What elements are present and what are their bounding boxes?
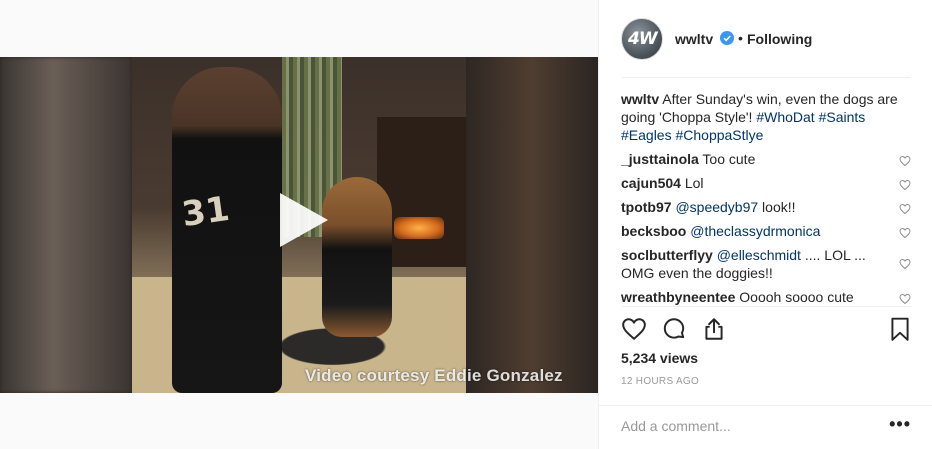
verified-icon	[720, 31, 734, 45]
hashtag-link[interactable]: #Eagles	[621, 127, 672, 143]
video-watermark: Video courtesy Eddie Gonzalez	[305, 366, 563, 385]
bookmark-icon[interactable]	[887, 316, 913, 342]
action-bar	[621, 316, 913, 344]
video-blur-right	[466, 57, 598, 393]
more-icon[interactable]: •••	[889, 414, 911, 435]
jersey-number: 31	[179, 188, 232, 236]
heart-icon[interactable]	[899, 225, 911, 239]
hashtag-link[interactable]: #Saints	[819, 109, 866, 125]
view-count[interactable]: 5,234 views	[621, 350, 698, 366]
comments-divider	[621, 306, 911, 307]
comments-list[interactable]: wwltv After Sunday's win, even the dogs …	[621, 90, 911, 306]
post-sidebar: 4W wwltv • Following wwltv After Sunday'…	[598, 0, 932, 449]
following-button[interactable]: Following	[747, 31, 812, 47]
comment-item: _justtainola Too cute	[621, 150, 911, 168]
comment-text: Too cute	[698, 151, 756, 167]
comment-username[interactable]: soclbutterflyy	[621, 247, 713, 263]
fire	[394, 217, 444, 239]
heart-icon[interactable]	[899, 153, 911, 167]
heart-icon[interactable]	[899, 291, 911, 305]
heart-icon[interactable]	[899, 201, 911, 215]
comment-username[interactable]: cajun504	[621, 175, 681, 191]
comment-text: look!!	[758, 199, 796, 215]
comment-input[interactable]: Add a comment...	[621, 418, 731, 434]
mention-link[interactable]: @speedyb97	[675, 199, 758, 215]
comment-item: cajun504 Lol	[621, 174, 911, 192]
comment-username[interactable]: becksboo	[621, 223, 686, 239]
comment-item: soclbutterflyy @elleschmidt .... LOL ...…	[621, 246, 911, 282]
mention-link[interactable]: @theclassydrmonica	[690, 223, 820, 239]
username-link[interactable]: wwltv	[675, 31, 713, 47]
comment-username[interactable]: wreathbyneentee	[621, 289, 735, 305]
comment-item: becksboo @theclassydrmonica	[621, 222, 911, 240]
comment-username[interactable]: _justtainola	[621, 151, 699, 167]
play-icon[interactable]	[272, 189, 334, 251]
comment-icon[interactable]	[661, 316, 687, 342]
post-caption: wwltv After Sunday's win, even the dogs …	[621, 90, 911, 144]
comment-item: wreathbyneentee Ooooh soooo cute	[621, 288, 911, 306]
avatar-logo-text: 4W	[628, 29, 658, 49]
share-icon[interactable]	[701, 316, 727, 342]
comment-text: Lol	[680, 175, 704, 191]
post-header: 4W wwltv • Following	[599, 0, 932, 78]
separator-dot: •	[738, 30, 743, 46]
header-divider	[621, 77, 911, 78]
caption-username[interactable]: wwltv	[621, 91, 659, 107]
comment-text: Ooooh soooo cute	[735, 289, 854, 305]
avatar[interactable]: 4W	[621, 18, 663, 60]
heart-icon[interactable]	[899, 256, 911, 270]
hashtag-link[interactable]: #ChoppaStlye	[675, 127, 763, 143]
video-blur-left	[0, 57, 132, 393]
post-timestamp[interactable]: 12 HOURS AGO	[621, 376, 699, 387]
media-pane: 31 Video courtesy Eddie Gonzalez	[0, 0, 598, 449]
comment-username[interactable]: tpotb97	[621, 199, 672, 215]
mention-link[interactable]: @elleschmidt	[717, 247, 801, 263]
heart-icon[interactable]	[621, 316, 647, 342]
comment-item: tpotb97 @speedyb97 look!!	[621, 198, 911, 216]
heart-icon[interactable]	[899, 177, 911, 191]
hashtag-link[interactable]: #WhoDat	[756, 109, 814, 125]
add-comment-bar: Add a comment... •••	[599, 405, 932, 449]
